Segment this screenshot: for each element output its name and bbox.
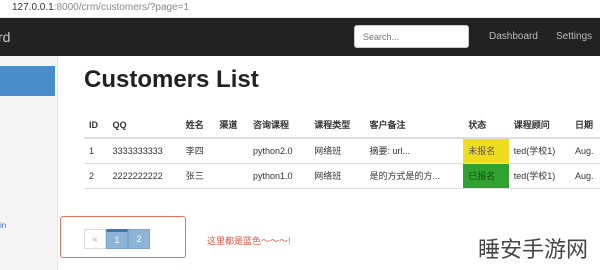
navbar-brand[interactable]: rd [0, 29, 10, 45]
search-input[interactable] [354, 25, 469, 48]
column-header-status[interactable]: 状态 [463, 112, 509, 139]
table-row[interactable]: 1 3333333333 李四 python2.0 网络班 摘要: url...… [84, 138, 600, 164]
cell-memo: 摘要: url... [364, 138, 464, 164]
cell-consultant: ted(学校1) [508, 138, 571, 164]
url-path: :8000/crm/customers/?page=1 [53, 2, 190, 13]
column-header-course[interactable]: 咨询课程 [247, 112, 310, 139]
column-header-id[interactable]: ID [84, 112, 108, 139]
cell-consultant: ted(学校1) [508, 163, 571, 189]
cell-channel [214, 163, 248, 189]
cell-name: 李四 [180, 138, 215, 164]
annotation-highlight-box [60, 216, 186, 258]
column-header-memo[interactable]: 客户备注 [364, 112, 464, 139]
cell-id: 1 [84, 138, 108, 164]
sidebar-link[interactable]: in [0, 221, 6, 230]
table-row[interactable]: 2 2222222222 张三 python1.0 网络班 是的方式是的方...… [84, 163, 600, 189]
watermark: 睡安手游网 [478, 238, 589, 263]
cell-qq: 2222222222 [107, 163, 181, 189]
cell-date: Aug. [570, 163, 600, 189]
cell-channel [214, 138, 248, 164]
top-navbar: rd Dashboard Settings [0, 18, 600, 56]
status-badge: 已报名 [463, 163, 509, 189]
table-header-row: ID QQ 姓名 渠道 咨询课程 课程类型 客户备注 状态 课程顾问 日期 [84, 112, 600, 139]
sidebar: in [0, 56, 58, 270]
cell-course: python2.0 [247, 138, 310, 164]
cell-date: Aug. [570, 138, 600, 164]
cell-id: 2 [84, 163, 108, 189]
url-host: 127.0.0.1 [12, 2, 54, 13]
status-badge: 未报名 [463, 138, 509, 164]
column-header-channel[interactable]: 渠道 [214, 112, 248, 139]
cell-course: python1.0 [247, 163, 310, 189]
cell-memo: 是的方式是的方... [364, 163, 464, 189]
cell-course-type: 网络班 [309, 138, 365, 164]
nav-link-settings[interactable]: Settings [556, 31, 592, 42]
column-header-consultant[interactable]: 课程顾问 [508, 112, 571, 139]
cell-name: 张三 [180, 163, 215, 189]
cell-course-type: 网络班 [309, 163, 365, 189]
sidebar-item-active[interactable] [0, 66, 55, 96]
column-header-name[interactable]: 姓名 [180, 112, 215, 139]
url-text[interactable]: 127.0.0.1:8000/crm/customers/?page=1 [12, 2, 189, 13]
cell-qq: 3333333333 [107, 138, 181, 164]
column-header-qq[interactable]: QQ [107, 112, 181, 139]
customers-table: ID QQ 姓名 渠道 咨询课程 课程类型 客户备注 状态 课程顾问 日期 1 … [84, 112, 600, 189]
column-header-course-type[interactable]: 课程类型 [309, 112, 365, 139]
nav-link-dashboard[interactable]: Dashboard [489, 31, 538, 42]
page-title: Customers List [84, 66, 259, 93]
annotation-text: 这里都是蓝色～～～! [207, 236, 291, 246]
column-header-date[interactable]: 日期 [570, 112, 600, 139]
browser-address-bar[interactable]: 127.0.0.1:8000/crm/customers/?page=1 [0, 0, 600, 18]
